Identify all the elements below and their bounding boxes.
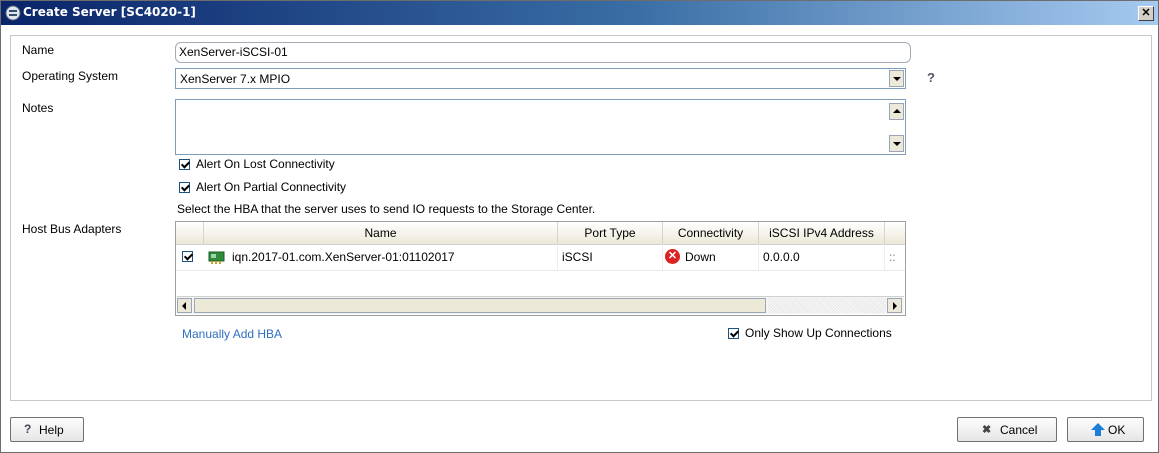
hba-table-horizontal-scrollbar[interactable] [177, 296, 904, 314]
scroll-right-button[interactable] [887, 298, 902, 313]
ok-arrow-icon [1091, 423, 1105, 436]
connectivity-status: Down [685, 250, 716, 264]
create-server-dialog: Create Server [SC4020-1] ✕ Name XenServe… [0, 0, 1159, 453]
name-input[interactable]: XenServer-iSCSI-01 [175, 42, 911, 63]
help-button[interactable]: ? Help [10, 417, 84, 442]
scrollbar-track[interactable] [768, 298, 886, 313]
cancel-icon: ✖ [982, 424, 992, 436]
hba-label: Host Bus Adapters [22, 222, 122, 236]
hba-table: Name Port Type Connectivity iSCSI IPv4 A… [175, 221, 906, 316]
table-row[interactable]: iqn.2017-01.com.XenServer-01:01102017 iS… [176, 244, 905, 271]
manually-add-hba-link[interactable]: Manually Add HBA [182, 327, 282, 341]
close-icon: ✕ [1141, 7, 1151, 19]
port-type-cell: iSCSI [558, 244, 663, 270]
only-show-up-label: Only Show Up Connections [745, 326, 892, 340]
column-header-name[interactable]: Name [204, 222, 558, 244]
form-panel: Name XenServer-iSCSI-01 Operating System… [10, 35, 1152, 401]
alert-lost-label: Alert On Lost Connectivity [196, 157, 335, 171]
hba-table-header: Name Port Type Connectivity iSCSI IPv4 A… [176, 222, 905, 245]
os-select[interactable]: XenServer 7.x MPIO [175, 68, 906, 89]
cancel-button[interactable]: ✖ Cancel [957, 417, 1057, 442]
chevron-down-icon [893, 77, 901, 81]
os-select-value: XenServer 7.x MPIO [180, 72, 291, 86]
window-title: Create Server [SC4020-1] [23, 5, 196, 19]
extra-cell: :: [889, 250, 896, 264]
ok-button-label: OK [1108, 423, 1126, 437]
scroll-right-icon [893, 302, 897, 310]
scroll-down-icon [893, 142, 901, 146]
help-button-label: Help [39, 423, 64, 437]
notes-label: Notes [22, 101, 54, 115]
column-header-extra [885, 222, 905, 244]
scroll-left-icon [182, 302, 186, 310]
server-icon [5, 5, 21, 21]
title-bar[interactable]: Create Server [SC4020-1] ✕ [1, 1, 1158, 25]
only-show-up-checkbox[interactable] [728, 328, 739, 339]
scroll-up-icon [893, 109, 901, 113]
hba-name-cell: iqn.2017-01.com.XenServer-01:01102017 [228, 244, 558, 270]
close-button[interactable]: ✕ [1138, 6, 1154, 21]
notes-scroll-up-button[interactable] [889, 103, 904, 120]
os-label: Operating System [22, 69, 119, 83]
ok-button[interactable]: OK [1067, 417, 1144, 442]
column-header-ipv4[interactable]: iSCSI IPv4 Address [759, 222, 885, 244]
notes-scroll-down-button[interactable] [889, 135, 904, 152]
notes-textarea[interactable] [175, 99, 906, 155]
help-icon[interactable]: ? [923, 70, 939, 86]
cancel-button-label: Cancel [1000, 423, 1038, 437]
os-dropdown-button[interactable] [889, 70, 904, 87]
alert-partial-checkbox[interactable] [179, 182, 190, 193]
scroll-left-button[interactable] [177, 298, 192, 313]
column-header-port-type[interactable]: Port Type [558, 222, 663, 244]
name-input-value: XenServer-iSCSI-01 [179, 45, 288, 59]
header-checkbox-column [176, 222, 204, 244]
ipv4-cell: 0.0.0.0 [759, 244, 885, 270]
help-icon: ? [24, 422, 32, 436]
column-header-connectivity[interactable]: Connectivity [663, 222, 759, 244]
alert-lost-checkbox[interactable] [179, 159, 190, 170]
hba-instruction: Select the HBA that the server uses to s… [177, 202, 596, 216]
name-label: Name [22, 43, 55, 57]
alert-partial-label: Alert On Partial Connectivity [196, 180, 347, 194]
error-icon: ✕ [665, 249, 680, 264]
connectivity-cell: ✕ Down [663, 244, 759, 270]
hba-port-icon [208, 251, 225, 264]
scrollbar-thumb[interactable] [194, 298, 766, 313]
hba-row-checkbox[interactable] [182, 251, 193, 262]
